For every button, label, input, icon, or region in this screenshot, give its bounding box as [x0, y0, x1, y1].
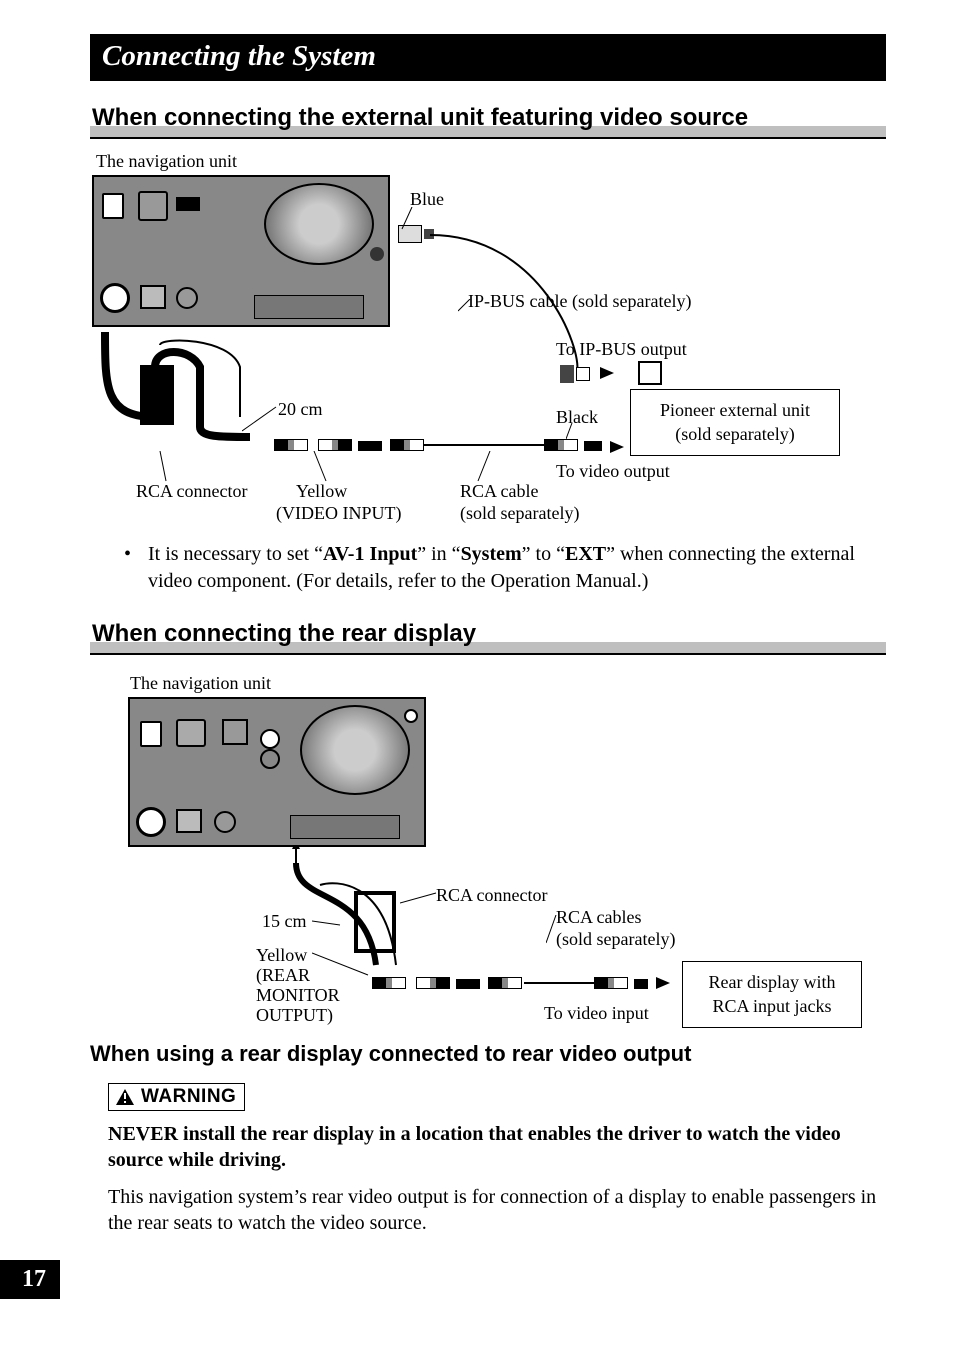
- fan-icon: [264, 183, 374, 265]
- nav-unit-box: [92, 175, 390, 327]
- warning-text: NEVER install the rear display in a loca…: [108, 1121, 886, 1174]
- label-sold-sep-2: (sold separately): [556, 929, 675, 950]
- label-output: OUTPUT): [256, 1005, 333, 1026]
- label-ipbus-cable: IP-BUS cable (sold separately): [468, 291, 691, 312]
- fan-icon-2: [300, 705, 410, 795]
- nav-unit-box-2: [128, 697, 426, 847]
- label-nav-unit-2: The navigation unit: [130, 673, 271, 694]
- label-yellow: Yellow: [296, 481, 347, 502]
- label-rca-connector-2: RCA connector: [436, 885, 547, 906]
- label-rca-connector: RCA connector: [136, 481, 247, 502]
- body-text: This navigation system’s rear video outp…: [108, 1184, 886, 1237]
- section-header-rear-display: When connecting the rear display: [90, 619, 886, 655]
- warning-icon: [115, 1088, 135, 1106]
- label-15cm: 15 cm: [262, 911, 307, 932]
- label-yellow-2: Yellow: [256, 945, 307, 966]
- label-to-ipbus: To IP-BUS output: [556, 339, 687, 360]
- diagram-rear-display: The navigation unit RCA connector 15 cm: [90, 667, 870, 1027]
- label-to-video: To video output: [556, 461, 670, 482]
- page-number: 17: [0, 1260, 60, 1299]
- external-unit-box: Pioneer external unit (sold separately): [630, 389, 840, 456]
- diagram-external-unit: The navigation unit Blue IP-BUS cable (s…: [90, 151, 870, 521]
- label-rca-cable: RCA cable: [460, 481, 539, 502]
- note-av1: • It is necessary to set “AV-1 Input” in…: [124, 541, 886, 595]
- label-nav-unit: The navigation unit: [96, 151, 237, 172]
- rear-display-box: Rear display with RCA input jacks: [682, 961, 862, 1028]
- label-to-video-input: To video input: [544, 1003, 649, 1024]
- label-20cm: 20 cm: [278, 399, 323, 420]
- label-sold-sep: (sold separately): [460, 503, 579, 524]
- warning-label: WARNING: [108, 1083, 245, 1111]
- subsection-header-rear-output: When using a rear display connected to r…: [90, 1041, 886, 1067]
- chapter-title: Connecting the System: [90, 34, 886, 81]
- label-rca-cables: RCA cables: [556, 907, 642, 928]
- label-rear: (REAR: [256, 965, 310, 986]
- section-header-external-unit: When connecting the external unit featur…: [90, 103, 886, 139]
- label-video-input: (VIDEO INPUT): [276, 503, 401, 524]
- label-monitor: MONITOR: [256, 985, 340, 1006]
